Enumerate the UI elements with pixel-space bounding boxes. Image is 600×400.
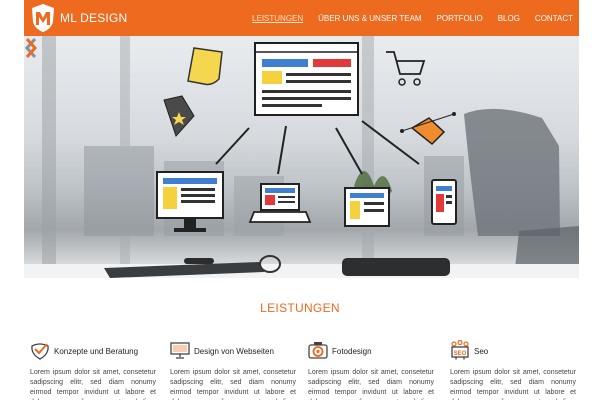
ml-shield-logo[interactable] bbox=[30, 3, 56, 33]
section-title: LEISTUNGEN bbox=[260, 301, 340, 315]
seo-icon-label: SEO bbox=[454, 351, 467, 357]
chevron-right-icon[interactable] bbox=[24, 36, 38, 60]
service-text: Lorem ipsum dolor sit amet, consetetur s… bbox=[450, 369, 576, 400]
hero-slider bbox=[24, 36, 579, 278]
page: ML DESIGN LEISTUNGEN ÜBER UNS & UNSER TE… bbox=[0, 0, 600, 400]
seo-icon: SEO bbox=[451, 340, 469, 360]
service-title[interactable]: Konzepte und Beratung bbox=[54, 347, 138, 356]
service-text: Lorem ipsum dolor sit amet, consetetur s… bbox=[30, 369, 156, 400]
nav-item-portfolio[interactable]: PORTFOLIO bbox=[437, 14, 483, 23]
monitor-icon bbox=[170, 342, 190, 359]
hero-illustration bbox=[24, 36, 579, 278]
service-text: Lorem ipsum dolor sit amet, consetetur s… bbox=[308, 369, 434, 400]
camera-icon bbox=[308, 342, 328, 359]
brand-name[interactable]: ML DESIGN bbox=[60, 11, 127, 25]
main-nav: LEISTUNGEN ÜBER UNS & UNSER TEAM PORTFOL… bbox=[237, 0, 573, 36]
service-title[interactable]: Fotodesign bbox=[332, 347, 372, 356]
nav-item-ueber-uns[interactable]: ÜBER UNS & UNSER TEAM bbox=[318, 14, 421, 23]
service-title[interactable]: Seo bbox=[474, 347, 488, 356]
nav-item-leistungen[interactable]: LEISTUNGEN bbox=[252, 14, 303, 23]
service-title[interactable]: Design von Webseiten bbox=[194, 347, 274, 356]
service-text: Lorem ipsum dolor sit amet, consetetur s… bbox=[170, 369, 296, 400]
site-header: ML DESIGN LEISTUNGEN ÜBER UNS & UNSER TE… bbox=[24, 0, 579, 36]
check-badge-icon bbox=[31, 343, 49, 360]
nav-item-blog[interactable]: BLOG bbox=[498, 14, 520, 23]
nav-item-contact[interactable]: CONTACT bbox=[535, 14, 573, 23]
